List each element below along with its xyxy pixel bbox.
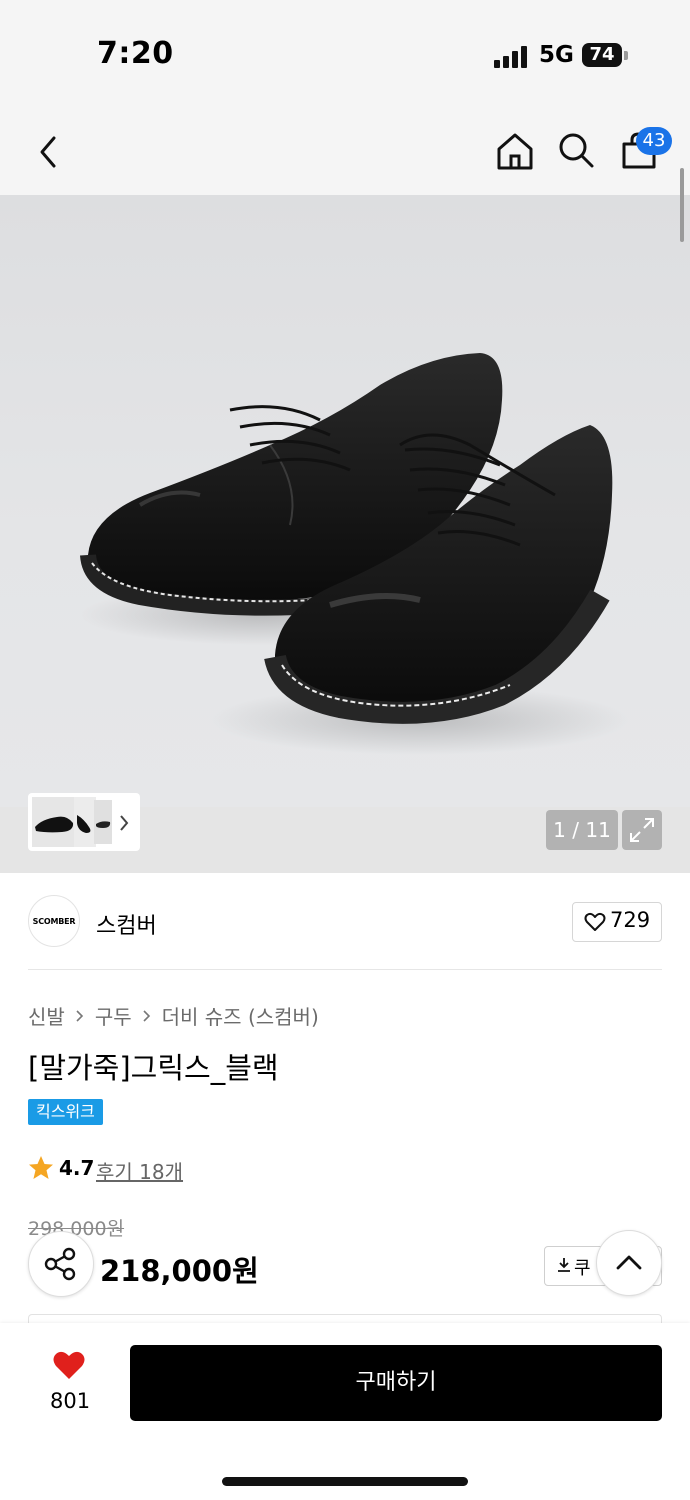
thumbnail-shoe-image [35,816,74,833]
wishlist-button[interactable] [52,1350,86,1380]
thumbnail-next-button[interactable] [116,810,132,836]
share-icon [44,1247,76,1281]
chevron-up-icon [616,1255,642,1270]
back-icon [40,136,56,168]
home-icon [497,133,533,170]
heart-icon [584,912,606,932]
share-button[interactable] [28,1231,94,1297]
home-indicator [222,1477,468,1486]
network-label: 5G [539,42,574,68]
battery-icon: 74 [582,43,622,67]
back-button[interactable] [30,130,70,174]
buy-button[interactable]: 구매하기 [130,1345,662,1421]
page-scrollbar[interactable] [680,168,684,242]
breadcrumb-item[interactable]: 신발 [28,1001,65,1030]
signal-icon [494,44,530,68]
thumbnail-3[interactable] [94,800,112,844]
divider [28,969,662,970]
image-counter: 1 / 11 [546,810,618,850]
heart-icon [53,1351,85,1379]
status-time: 7:20 [97,36,174,71]
brand-like-count: 729 [610,908,651,932]
breadcrumb-item[interactable]: 더비 슈즈 (스컴버) [162,1001,319,1030]
chevron-right-icon [76,1009,83,1022]
thumbnail-shoe-image [96,821,111,828]
battery-cap [624,51,628,60]
rating-value: 4.7 [59,1156,95,1180]
wishlist-count: 801 [50,1389,91,1413]
brand-logo[interactable]: SCOMBER [28,895,80,947]
brand-name[interactable]: 스컴버 [96,908,157,940]
search-button[interactable] [556,130,596,172]
expand-button[interactable] [622,810,662,850]
cart-count-badge: 43 [636,127,672,155]
product-image[interactable] [0,195,690,807]
chevron-right-icon [143,1009,150,1022]
thumbnail-2[interactable] [74,797,96,847]
sale-price: 218,000원 [100,1254,259,1288]
promo-tag: 킥스위크 [28,1099,103,1125]
breadcrumb-item[interactable]: 구두 [95,1001,132,1030]
expand-icon [630,818,654,842]
reviews-link[interactable]: 후기 18개 [96,1156,183,1185]
breadcrumb: 신발 구두 더비 슈즈 (스컴버) [28,1001,319,1030]
chevron-right-icon [120,815,129,831]
scroll-top-button[interactable] [596,1230,662,1296]
product-title: [말가죽]그릭스_블랙 [28,1051,279,1085]
thumbnail-1[interactable] [32,797,76,847]
star-icon [28,1155,54,1181]
thumbnail-shoe-image [77,815,91,833]
shoes-illustration [80,353,630,755]
home-button[interactable] [494,130,536,172]
download-icon [556,1256,572,1274]
coupon-label: 쿠 [574,1258,591,1279]
search-icon [559,133,594,168]
